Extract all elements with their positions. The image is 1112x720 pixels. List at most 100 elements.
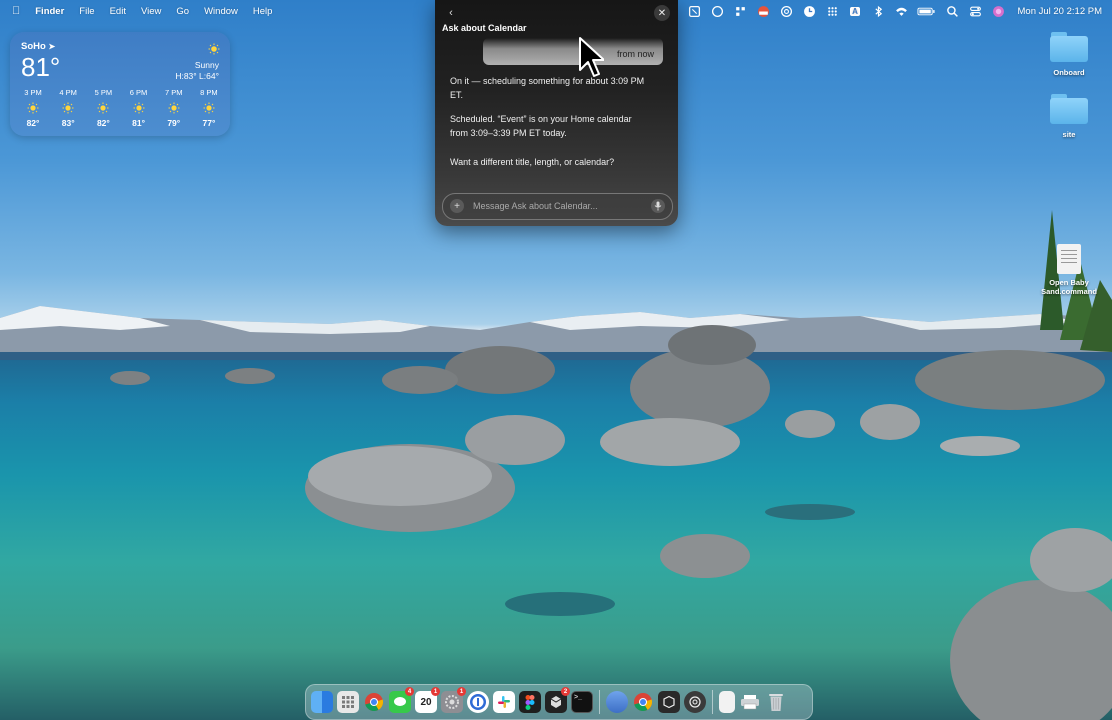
weather-hourly-forecast: 3 PM 82° 4 PM 83° 5 PM 82° 6 PM 81° 7 PM 79° … [18,88,224,128]
wifi-icon[interactable] [894,4,909,19]
notification-badge: 1 [431,687,440,696]
back-button[interactable]: ‹ [443,5,459,21]
calendar-date: 20 [420,696,432,708]
forecast-time: 4 PM [59,88,77,97]
menubar-clock[interactable]: Mon Jul 20 2:12 PM [1018,6,1103,17]
document-icon[interactable] [719,691,735,713]
chevron-left-icon: ‹ [449,7,453,19]
forecast-temp: 79° [167,118,181,128]
grid-icon[interactable] [733,4,748,19]
battery-icon[interactable] [917,4,937,19]
control-center-icon[interactable] [968,4,983,19]
terminal-icon[interactable]: >_ [571,691,593,713]
desktop-item-onboard[interactable]: Onboard [1034,32,1104,77]
search-icon[interactable] [945,4,960,19]
user-message-text: from now [616,49,654,59]
add-attachment-button[interactable]: + [450,199,464,213]
forecast-temp: 82° [26,118,40,128]
clock-icon[interactable] [802,4,817,19]
desktop-item-label: Open Baby Sand.command [1041,278,1097,296]
document-icon [1057,244,1081,274]
sun-icon [97,102,109,114]
desktop-item-label: Onboard [1053,68,1085,77]
dock-separator [599,690,600,714]
forecast-time: 5 PM [94,88,113,97]
assistant-message: Want a different title, length, or calen… [450,157,615,167]
forecast-hour: 3 PM 82° [18,88,48,128]
notification-badge: 4 [405,687,414,696]
sun-icon [133,102,145,114]
chrome-icon[interactable] [363,691,385,713]
sun-icon [203,102,215,114]
desktop-item-open-baby-sand[interactable]: Open Baby Sand.command [1034,244,1104,296]
figma-icon[interactable] [519,691,541,713]
message-input-bar: + [442,193,673,220]
user-message-bubble: from now [483,38,663,65]
chrome-alt-icon[interactable] [632,691,654,713]
slack-icon[interactable] [493,691,515,713]
calendar-icon[interactable]: 20 1 [415,687,440,713]
notification-badge: 1 [457,687,466,696]
mouse-pointer-icon [579,37,604,77]
siri-icon[interactable] [991,4,1006,19]
finder-icon[interactable] [311,691,333,713]
menu-view[interactable]: View [141,6,161,17]
forecast-temp: 83° [61,118,75,128]
sun-icon [208,43,220,55]
forecast-temp: 81° [132,118,145,128]
forecast-temp: 77° [202,118,216,128]
close-button[interactable]: ✕ [654,5,670,21]
microphone-icon [654,201,662,211]
desktop-item-site[interactable]: site [1034,94,1104,139]
box-icon[interactable] [658,691,680,713]
weather-temperature: 81° [21,52,61,82]
flag-icon[interactable] [756,4,771,19]
text-input-icon[interactable]: A [848,4,863,19]
openai-icon[interactable] [684,691,706,713]
forecast-time: 6 PM [129,88,148,97]
apple-icon[interactable]:  [12,5,20,17]
dock: 4 20 1 1 2 >_ [305,684,813,720]
forecast-hour: 8 PM 77° [194,88,224,128]
message-input[interactable] [473,199,633,213]
assistant-message: On it — scheduling something for about 3… [450,76,645,100]
bluetooth-icon[interactable] [871,4,886,19]
folder-icon [1050,32,1088,62]
forecast-hour: 7 PM 79° [159,88,189,128]
plus-icon: + [454,200,460,212]
forecast-hour: 4 PM 83° [53,88,83,128]
forecast-time: 7 PM [164,88,183,97]
trash-icon[interactable] [765,691,787,713]
at-icon[interactable] [779,4,794,19]
messages-icon[interactable]: 4 [389,687,414,713]
weather-location: SoHo ➤ [21,41,56,52]
weather-widget[interactable]: SoHo ➤ 81° Sunny H:83° L:64° 3 PM 82° 4 P… [10,32,230,136]
panel-title: Ask about Calendar [442,23,527,33]
menu-app-name[interactable]: Finder [35,6,64,17]
cursor-app-icon[interactable]: 2 [545,687,570,713]
launchpad-icon[interactable] [337,691,359,713]
printer-icon[interactable] [739,691,761,713]
dots-grid-icon[interactable] [825,4,840,19]
sun-icon [168,102,180,114]
forecast-hour: 6 PM 81° [124,88,154,128]
circle-icon[interactable] [710,4,725,19]
settings-icon[interactable]: 1 [441,687,466,713]
menu-window[interactable]: Window [204,6,238,17]
menu-edit[interactable]: Edit [110,6,126,17]
menu-help[interactable]: Help [253,6,273,17]
weather-condition: Sunny [194,60,219,70]
1password-icon[interactable] [467,691,489,713]
menu-go[interactable]: Go [176,6,189,17]
tool-icon[interactable] [687,4,702,19]
forecast-time: 3 PM [24,88,42,97]
input-source-label: A [850,6,860,16]
preview-icon[interactable] [606,691,628,713]
microphone-button[interactable] [651,199,665,213]
dock-separator [712,690,713,714]
menu-file[interactable]: File [79,6,94,17]
weather-high-low: H:83° L:64° [175,71,219,81]
forecast-time: 8 PM [200,88,218,97]
forecast-hour: 5 PM 82° [88,88,118,128]
close-icon: ✕ [657,7,667,19]
